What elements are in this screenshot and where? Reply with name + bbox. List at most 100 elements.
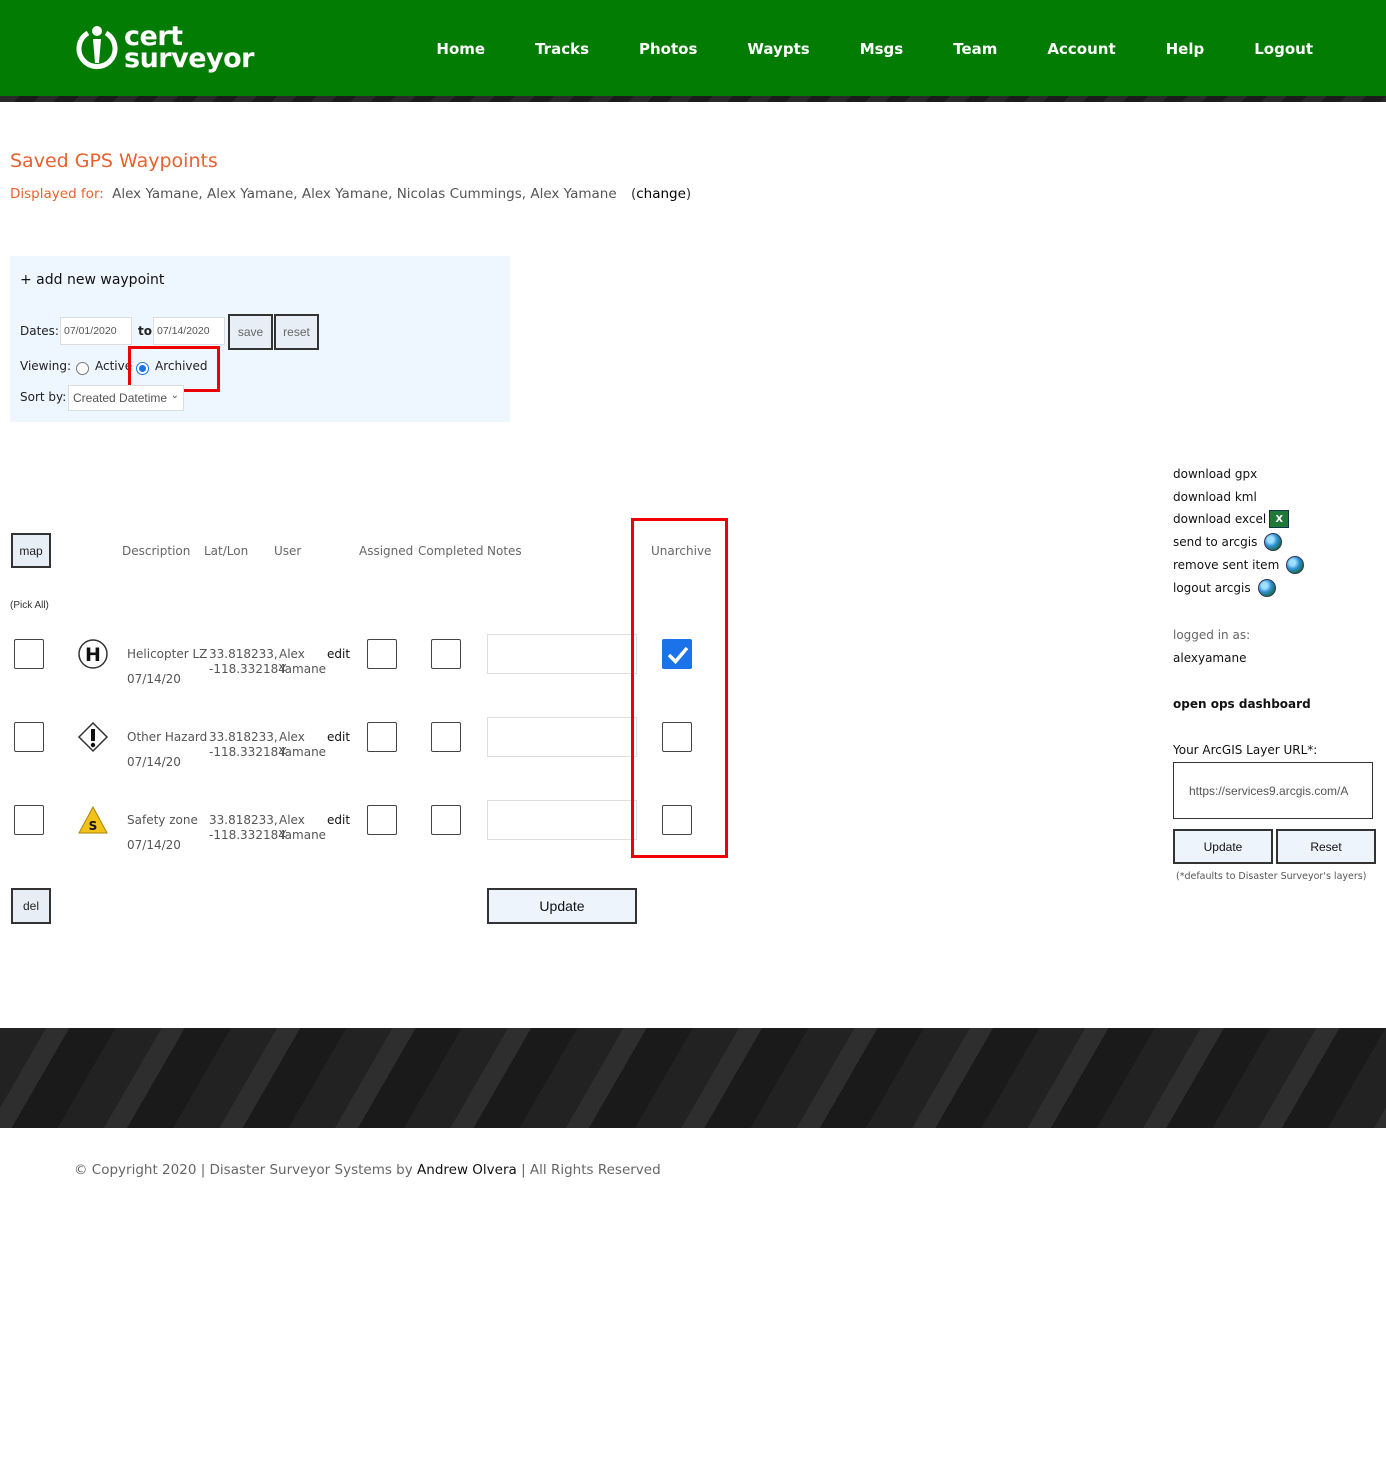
footer-band: [0, 1028, 1386, 1128]
username: alexyamane: [1173, 651, 1247, 665]
row-date: 07/14/20: [127, 838, 181, 852]
download-gpx-link[interactable]: download gpx: [1173, 467, 1257, 481]
logo[interactable]: cert surveyor: [76, 22, 255, 74]
save-button[interactable]: save: [228, 314, 273, 350]
completed-checkbox[interactable]: [431, 722, 461, 752]
add-new-waypoint-link[interactable]: + add new waypoint: [20, 272, 164, 288]
header-stripe: [0, 96, 1386, 102]
author-link[interactable]: Andrew Olvera: [417, 1162, 517, 1178]
nav-photos[interactable]: Photos: [639, 40, 697, 58]
col-user: User: [274, 544, 302, 558]
active-label: Active: [95, 359, 133, 373]
logout-arcgis-link[interactable]: logout arcgis: [1173, 579, 1276, 597]
row-select-checkbox[interactable]: [14, 639, 44, 669]
row-description: Other Hazard: [127, 730, 208, 744]
row-user-last: Yamane: [279, 828, 327, 842]
nav-home[interactable]: Home: [436, 40, 485, 58]
safety-zone-icon: S: [77, 804, 109, 841]
copyright-suffix: | All Rights Reserved: [521, 1162, 661, 1178]
row-select-checkbox[interactable]: [14, 805, 44, 835]
nav-logout[interactable]: Logout: [1254, 40, 1313, 58]
row-latlon: 33.818233, -118.332184: [209, 730, 286, 760]
remove-sent-item-label: remove sent item: [1173, 558, 1280, 572]
pick-all-link[interactable]: (Pick All): [10, 600, 49, 611]
delete-button[interactable]: del: [11, 888, 51, 924]
arcgis-reset-button[interactable]: Reset: [1276, 829, 1376, 864]
nav-msgs[interactable]: Msgs: [860, 40, 904, 58]
row-user: Alex Yamane: [279, 813, 326, 843]
nav-waypts[interactable]: Waypts: [747, 40, 809, 58]
completed-checkbox[interactable]: [431, 805, 461, 835]
logo-icon: [76, 23, 118, 73]
row-latlon: 33.818233, -118.332184: [209, 813, 286, 843]
sort-select[interactable]: Created Datetime ⌄: [68, 385, 184, 411]
update-button[interactable]: Update: [487, 888, 637, 924]
row-lon: -118.332184: [209, 662, 286, 676]
row-edit-link[interactable]: edit: [327, 813, 350, 827]
unarchive-highlight: [631, 518, 728, 858]
nav-tracks[interactable]: Tracks: [535, 40, 589, 58]
site-header: cert surveyor Home Tracks Photos Waypts …: [0, 0, 1386, 101]
row-edit-link[interactable]: edit: [327, 647, 350, 661]
send-to-arcgis-label: send to arcgis: [1173, 535, 1258, 549]
change-link[interactable]: change: [636, 186, 686, 202]
logout-arcgis-label: logout arcgis: [1173, 581, 1251, 595]
completed-checkbox[interactable]: [431, 639, 461, 669]
displayed-for-label: Displayed for:: [10, 186, 104, 202]
col-notes: Notes: [487, 544, 522, 558]
globe-icon: [1286, 556, 1305, 574]
sort-value: Created Datetime: [73, 391, 168, 405]
svg-text:H: H: [85, 644, 101, 666]
chevron-down-icon: ⌄: [170, 390, 179, 401]
logo-line2: surveyor: [124, 43, 255, 74]
nav-account[interactable]: Account: [1047, 40, 1115, 58]
download-excel-label: download excel: [1173, 512, 1267, 526]
remove-sent-item-link[interactable]: remove sent item: [1173, 556, 1305, 574]
row-user: Alex Yamane: [279, 647, 326, 677]
arcgis-url-input[interactable]: https://services9.arcgis.com/A: [1173, 762, 1373, 819]
copyright: © Copyright 2020 | Disaster Surveyor Sys…: [74, 1162, 661, 1178]
paren-close: ): [685, 186, 692, 202]
row-user-last: Yamane: [279, 745, 327, 759]
send-to-arcgis-link[interactable]: send to arcgis: [1173, 533, 1283, 551]
sort-label: Sort by:: [20, 390, 67, 404]
row-lat: 33.818233,: [209, 813, 278, 827]
row-lat: 33.818233,: [209, 730, 278, 744]
notes-input[interactable]: [487, 634, 637, 674]
active-radio[interactable]: [76, 362, 89, 375]
row-edit-link[interactable]: edit: [327, 730, 350, 744]
col-completed: Completed: [418, 544, 484, 558]
date-from-input[interactable]: 07/01/2020: [60, 317, 132, 345]
assigned-checkbox[interactable]: [367, 722, 397, 752]
notes-input[interactable]: [487, 717, 637, 757]
page-title: Saved GPS Waypoints: [10, 150, 218, 172]
nav-team[interactable]: Team: [953, 40, 997, 58]
main-nav: Home Tracks Photos Waypts Msgs Team Acco…: [386, 40, 1313, 58]
download-kml-label: download kml: [1173, 490, 1257, 504]
viewing-label: Viewing:: [20, 359, 72, 373]
download-excel-link[interactable]: download excel X: [1173, 510, 1290, 528]
row-date: 07/14/20: [127, 755, 181, 769]
row-lon: -118.332184: [209, 828, 286, 842]
date-to-input[interactable]: 07/14/2020: [153, 317, 225, 345]
row-select-checkbox[interactable]: [14, 722, 44, 752]
row-lat: 33.818233,: [209, 647, 278, 661]
row-user-first: Alex: [279, 647, 305, 661]
assigned-checkbox[interactable]: [367, 639, 397, 669]
nav-help[interactable]: Help: [1166, 40, 1205, 58]
copyright-prefix: © Copyright 2020 | Disaster Surveyor Sys…: [74, 1162, 413, 1178]
arcgis-note: (*defaults to Disaster Surveyor's layers…: [1176, 871, 1367, 882]
row-description: Helicopter LZ: [127, 647, 208, 661]
download-kml-link[interactable]: download kml: [1173, 490, 1257, 504]
arcgis-url-label: Your ArcGIS Layer URL*:: [1173, 743, 1318, 757]
globe-icon: [1257, 579, 1276, 597]
arcgis-update-button[interactable]: Update: [1173, 829, 1273, 864]
assigned-checkbox[interactable]: [367, 805, 397, 835]
reset-button[interactable]: reset: [274, 314, 319, 350]
map-button[interactable]: map: [11, 533, 51, 568]
notes-input[interactable]: [487, 800, 637, 840]
open-ops-dashboard-link[interactable]: open ops dashboard: [1173, 697, 1311, 711]
row-user-first: Alex: [279, 813, 305, 827]
displayed-users: Alex Yamane, Alex Yamane, Alex Yamane, N…: [112, 186, 617, 202]
row-latlon: 33.818233, -118.332184: [209, 647, 286, 677]
